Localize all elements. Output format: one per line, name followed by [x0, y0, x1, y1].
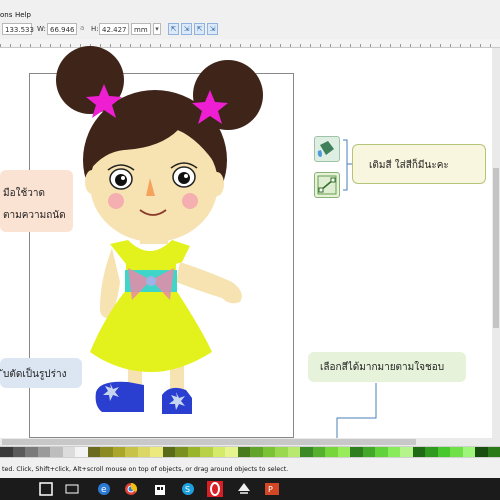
- color-swatch[interactable]: [75, 447, 88, 457]
- color-swatch[interactable]: [62, 447, 75, 457]
- color-swatch[interactable]: [287, 447, 300, 457]
- svg-text:S: S: [185, 485, 190, 494]
- color-swatch[interactable]: [225, 447, 238, 457]
- status-bar: ted. Click, Shift+click, Alt+scroll mous…: [0, 457, 500, 479]
- start-icon[interactable]: [38, 481, 54, 497]
- callout-text: เลือกสีได้มากมายตามใจชอบ: [320, 362, 445, 373]
- skype-icon[interactable]: S: [180, 481, 196, 497]
- opera-icon[interactable]: [207, 481, 223, 497]
- color-swatch[interactable]: [0, 447, 13, 457]
- color-swatch[interactable]: [150, 447, 163, 457]
- color-swatch[interactable]: [137, 447, 150, 457]
- color-swatch[interactable]: [262, 447, 275, 457]
- color-swatch[interactable]: [275, 447, 288, 457]
- svg-text:e: e: [101, 485, 107, 495]
- color-swatch[interactable]: [425, 447, 438, 457]
- color-swatch[interactable]: [350, 447, 363, 457]
- callout-text: เติมสี ใส่สีก็มีนะคะ: [369, 160, 449, 171]
- horizontal-scroll-thumb[interactable]: [2, 439, 416, 445]
- color-swatch[interactable]: [475, 447, 488, 457]
- color-swatch[interactable]: [300, 447, 313, 457]
- color-swatch[interactable]: [400, 447, 413, 457]
- color-swatch[interactable]: [450, 447, 463, 457]
- horizontal-scrollbar[interactable]: [0, 438, 500, 446]
- choose-color-callout: เลือกสีได้มากมายตามใจชอบ: [308, 352, 466, 382]
- color-swatch[interactable]: [487, 447, 500, 457]
- windows-taskbar: e S P: [0, 478, 500, 500]
- svg-text:P: P: [268, 485, 273, 494]
- bracket-connector: [336, 139, 377, 452]
- color-swatch[interactable]: [37, 447, 50, 457]
- color-swatch[interactable]: [112, 447, 125, 457]
- color-swatch[interactable]: [437, 447, 450, 457]
- color-swatch[interactable]: [12, 447, 25, 457]
- color-swatch[interactable]: [462, 447, 475, 457]
- color-swatch[interactable]: [312, 447, 325, 457]
- color-swatch[interactable]: [187, 447, 200, 457]
- fill-color-callout: เติมสี ใส่สีก็มีนะคะ: [352, 144, 486, 184]
- color-swatch[interactable]: [87, 447, 100, 457]
- color-swatch[interactable]: [362, 447, 375, 457]
- color-swatch[interactable]: [50, 447, 63, 457]
- color-swatch[interactable]: [175, 447, 188, 457]
- powerpoint-icon[interactable]: P: [264, 481, 280, 497]
- color-swatch[interactable]: [337, 447, 350, 457]
- vertical-scrollbar[interactable]: [492, 48, 500, 438]
- status-message: ted. Click, Shift+click, Alt+scroll mous…: [2, 466, 289, 473]
- chrome-icon[interactable]: [123, 481, 139, 497]
- color-swatch[interactable]: [162, 447, 175, 457]
- edge-icon[interactable]: e: [96, 481, 112, 497]
- color-swatch[interactable]: [387, 447, 400, 457]
- color-swatch[interactable]: [412, 447, 425, 457]
- store-icon[interactable]: [152, 481, 168, 497]
- color-palette[interactable]: [0, 446, 500, 457]
- color-swatch[interactable]: [125, 447, 138, 457]
- color-swatch[interactable]: [100, 447, 113, 457]
- color-swatch[interactable]: [250, 447, 263, 457]
- color-swatch[interactable]: [200, 447, 213, 457]
- vertical-scroll-thumb[interactable]: [493, 168, 499, 328]
- color-swatch[interactable]: [325, 447, 338, 457]
- color-swatch[interactable]: [375, 447, 388, 457]
- color-swatch[interactable]: [25, 447, 38, 457]
- task-view-icon[interactable]: [64, 481, 80, 497]
- inkscape-icon[interactable]: [236, 481, 252, 497]
- color-swatch[interactable]: [212, 447, 225, 457]
- color-swatch[interactable]: [237, 447, 250, 457]
